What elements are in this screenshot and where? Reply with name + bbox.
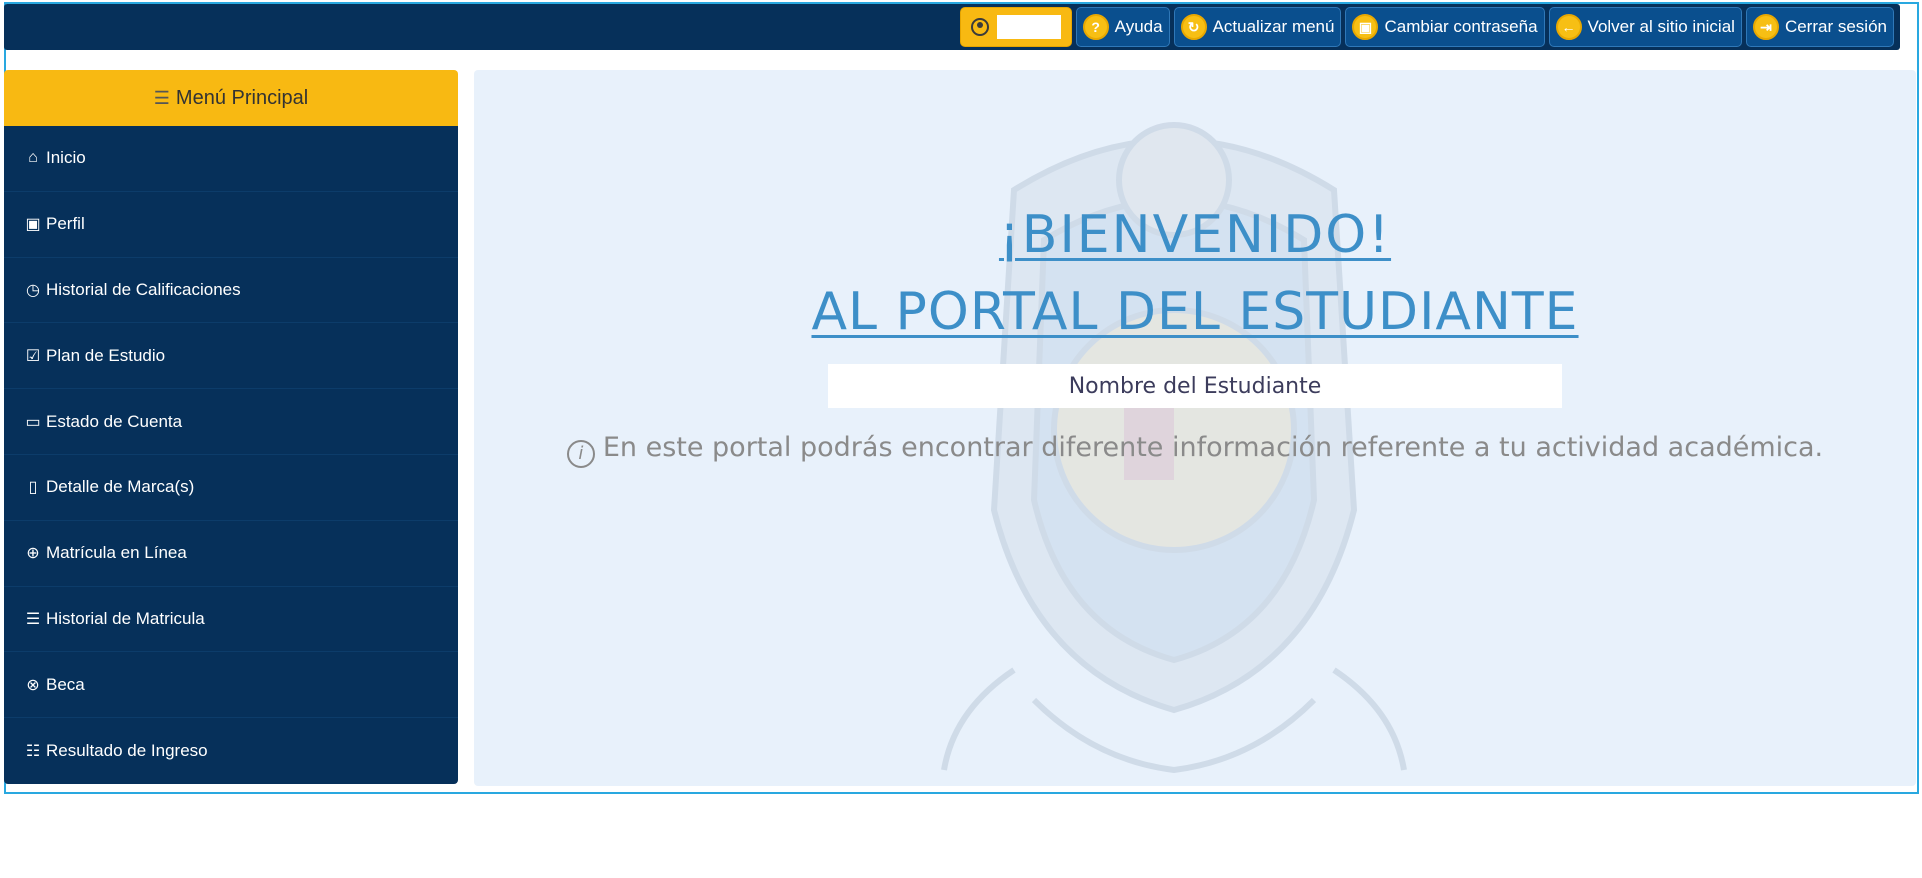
- info-text: En este portal podrás encontrar diferent…: [602, 432, 1824, 463]
- lock-icon: ▣: [1352, 14, 1379, 40]
- main-menu-title: Menú Principal: [175, 86, 309, 109]
- info-message: i En este portal podrás encontrar diferen…: [474, 432, 1916, 468]
- main-content: ¡BIENVENIDO! AL PORTAL DEL ESTUDIANTE No…: [474, 70, 1916, 786]
- sidebar-item-label: Matrícula en Línea: [46, 543, 187, 563]
- help-button-label: Ayuda: [1114, 17, 1163, 36]
- person-badge-icon: ▣: [25, 216, 41, 234]
- change-password-label: Cambiar contraseña: [1384, 17, 1538, 36]
- user-button[interactable]: [959, 7, 1072, 47]
- back-to-home-button[interactable]: ← Volver al sitio inicial: [1548, 7, 1742, 47]
- back-to-home-label: Volver al sitio inicial: [1587, 17, 1735, 36]
- sidebar-item-inicio[interactable]: ⌂ Inicio: [4, 126, 458, 192]
- sidebar-item-label: Beca: [46, 674, 85, 694]
- scholarship-icon: ⊗: [26, 676, 40, 694]
- sidebar-item-label: Plan de Estudio: [46, 345, 166, 365]
- sidebar-item-estado-cuenta[interactable]: ▭ Estado de Cuenta: [4, 389, 458, 455]
- sidebar-item-matricula-linea[interactable]: ⊕ Matrícula en Línea: [4, 521, 458, 587]
- arrow-left-circle-icon: ←: [1555, 14, 1582, 40]
- logout-button[interactable]: ⇥ Cerrar sesión: [1745, 7, 1894, 47]
- sidebar-item-plan-estudio[interactable]: ☑ Plan de Estudio: [4, 323, 458, 390]
- sidebar-item-label: Perfil: [46, 214, 85, 234]
- sidebar-item-historial-calificaciones[interactable]: ◷ Historial de Calificaciones: [4, 258, 458, 324]
- sidebar-item-label: Historial de Calificaciones: [46, 279, 241, 299]
- sidebar: ☰ Menú Principal ⌂ Inicio ▣ Perfil ◷ His…: [4, 70, 458, 784]
- house-icon: ⌂: [28, 149, 38, 167]
- student-name: Nombre del Estudiante: [828, 364, 1562, 408]
- refresh-menu-button[interactable]: ↻ Actualizar menú: [1173, 7, 1342, 47]
- welcome-heading: ¡BIENVENIDO!: [998, 205, 1392, 265]
- globe-icon: ⊕: [26, 545, 40, 563]
- main-menu-header[interactable]: ☰ Menú Principal: [4, 70, 458, 126]
- logout-icon: ⇥: [1752, 14, 1779, 40]
- sidebar-item-historial-matricula[interactable]: ☰ Historial de Matricula: [4, 587, 458, 653]
- university-crest-watermark: [941, 122, 1407, 774]
- calendar-check-icon: ☑: [25, 347, 41, 365]
- topbar-actions: ? Ayuda ↻ Actualizar menú ▣ Cambiar cont…: [959, 7, 1894, 47]
- help-circle-icon: ?: [1082, 14, 1109, 40]
- sidebar-item-resultado-ingreso[interactable]: ☷ Resultado de Ingreso: [4, 718, 458, 784]
- clock-icon: ◷: [26, 281, 40, 299]
- portal-heading: AL PORTAL DEL ESTUDIANTE: [811, 282, 1579, 342]
- sidebar-item-perfil[interactable]: ▣ Perfil: [4, 192, 458, 258]
- file-icon: ▯: [28, 479, 38, 497]
- sidebar-item-detalle-marcas[interactable]: ▯ Detalle de Marca(s): [4, 455, 458, 521]
- sidebar-item-label: Inicio: [46, 148, 86, 168]
- sidebar-item-beca[interactable]: ⊗ Beca: [4, 652, 458, 719]
- sidebar-item-label: Resultado de Ingreso: [46, 741, 208, 761]
- username-redacted: [996, 15, 1061, 39]
- logout-label: Cerrar sesión: [1784, 17, 1887, 36]
- change-password-button[interactable]: ▣ Cambiar contraseña: [1345, 7, 1545, 47]
- list-icon: ☰: [25, 610, 41, 628]
- menu-list: ⌂ Inicio ▣ Perfil ◷ Historial de Calific…: [4, 126, 458, 784]
- refresh-menu-label: Actualizar menú: [1212, 17, 1335, 36]
- card-list-icon: ☷: [25, 743, 41, 761]
- sidebar-item-label: Estado de Cuenta: [46, 411, 183, 431]
- sidebar-item-label: Detalle de Marca(s): [46, 477, 195, 497]
- list-icon: ☰: [153, 87, 170, 108]
- info-circle-icon: i: [566, 439, 595, 468]
- refresh-icon: ↻: [1180, 14, 1207, 40]
- top-navbar: ? Ayuda ↻ Actualizar menú ▣ Cambiar cont…: [4, 4, 1900, 50]
- folder-icon: ▭: [25, 413, 41, 431]
- help-button[interactable]: ? Ayuda: [1075, 7, 1170, 47]
- sidebar-item-label: Historial de Matricula: [46, 608, 205, 628]
- user-circle-icon: [970, 18, 989, 36]
